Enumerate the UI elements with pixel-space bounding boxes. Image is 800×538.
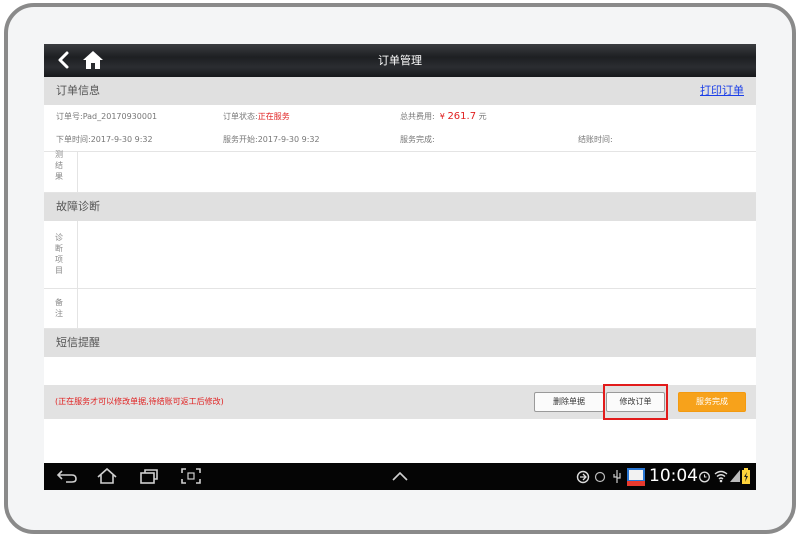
chevron-up-icon[interactable] xyxy=(390,469,410,483)
system-nav-bar: 10:04 xyxy=(44,463,756,490)
sms-label: 短信提醒 xyxy=(56,336,100,349)
row-divider xyxy=(77,221,78,288)
currency-symbol: ¥ xyxy=(439,112,445,121)
delete-order-button[interactable]: 删除单据 xyxy=(534,392,604,412)
usb-icon xyxy=(613,470,621,483)
row-divider xyxy=(77,289,78,328)
order-status: 订单状态:正在服务 xyxy=(223,105,290,128)
print-order-link[interactable]: 打印订单 xyxy=(700,77,744,105)
order-info-label: 订单信息 xyxy=(56,84,100,97)
order-info-header: 订单信息 打印订单 xyxy=(44,77,756,105)
order-total: 总共费用: ¥ 261.7 元 xyxy=(400,105,487,128)
order-status-value: 正在服务 xyxy=(257,112,290,121)
compass-icon xyxy=(576,470,590,484)
home-nav-icon[interactable] xyxy=(96,467,118,485)
battery-icon xyxy=(742,468,750,484)
test-result-row[interactable]: 测结果 xyxy=(44,150,756,193)
service-complete-button[interactable]: 服务完成 xyxy=(678,392,746,412)
service-start-time: 服务开始:2017-9-30 9:32 xyxy=(223,135,320,144)
app-screen: 订单管理 订单信息 打印订单 订单号:Pad_20170930001 订单状态:… xyxy=(44,44,756,490)
diagnosis-items-label: 诊断项目 xyxy=(55,233,63,275)
service-complete-time: 服务完成: xyxy=(400,135,435,144)
test-result-label: 测结果 xyxy=(55,150,63,181)
wifi-icon xyxy=(714,470,728,483)
remarks-label: 备注 xyxy=(55,298,63,318)
remarks-row[interactable]: 备注 xyxy=(44,289,756,329)
edit-hint: (正在服务才可以修改单据,待结账可返工后修改) xyxy=(55,397,224,406)
diagnosis-header: 故障诊断 xyxy=(44,193,756,221)
screenshot-icon[interactable] xyxy=(180,467,202,485)
status-clock: 10:04 xyxy=(649,466,698,486)
diagnosis-items-row[interactable]: 诊断项目 xyxy=(44,221,756,289)
sms-header: 短信提醒 xyxy=(44,329,756,357)
order-time: 下单时间:2017-9-30 9:32 xyxy=(56,135,153,144)
diagnosis-label: 故障诊断 xyxy=(56,200,100,213)
recent-apps-icon[interactable] xyxy=(138,467,160,485)
page-title: 订单管理 xyxy=(378,54,422,67)
order-total-label: 总共费用: xyxy=(400,112,435,121)
checkout-time: 结账时间: xyxy=(578,135,613,144)
app-notification-icon xyxy=(627,468,645,486)
order-total-value: 261.7 xyxy=(447,111,477,122)
row-divider xyxy=(77,152,78,192)
alarm-icon xyxy=(699,471,710,483)
signal-icon xyxy=(730,470,740,482)
order-status-label: 订单状态: xyxy=(223,112,258,121)
order-info-row-2: 下单时间:2017-9-30 9:32 服务开始:2017-9-30 9:32 … xyxy=(44,128,756,151)
order-info-row-1: 订单号:Pad_20170930001 订单状态:正在服务 总共费用: ¥ 26… xyxy=(44,105,756,128)
order-number: 订单号:Pad_20170930001 xyxy=(56,112,158,121)
order-total-unit: 元 xyxy=(478,112,487,121)
back-icon[interactable] xyxy=(56,467,78,485)
modify-order-highlight xyxy=(603,384,668,420)
top-bar: 订单管理 xyxy=(44,44,756,77)
android-icon xyxy=(594,471,606,483)
